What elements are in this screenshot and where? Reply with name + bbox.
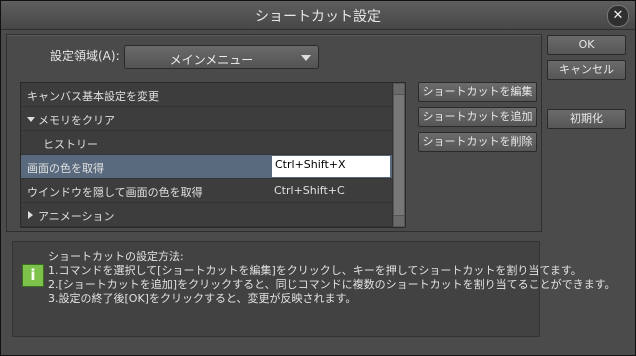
list-item[interactable]: ウインドウを隠して画面の色を取得 Ctrl+Shift+C: [21, 179, 393, 203]
list-item[interactable]: ヒストリー: [21, 131, 393, 155]
chevron-down-icon: [301, 55, 311, 61]
info-icon: i: [22, 264, 44, 287]
shortcut-key-input[interactable]: Ctrl+Shift+X: [272, 156, 390, 177]
shortcut-settings-dialog: ショートカット設定 ✕ 設定領域(A): メインメニュー キャンバス基本設定を変…: [0, 0, 636, 356]
delete-shortcut-button[interactable]: ショートカットを削除: [418, 132, 537, 152]
help-heading: ショートカットの設定方法:: [48, 250, 184, 263]
command-label: メモリをクリア: [38, 114, 115, 127]
expand-arrow-icon[interactable]: [27, 117, 35, 122]
list-item[interactable]: メモリをクリア: [21, 107, 393, 131]
help-line-1: 1.コマンドを選択して[ショートカットを編集]をクリックし、キーを押してショート…: [48, 264, 582, 277]
help-text: ショートカットの設定方法: 1.コマンドを選択して[ショートカットを編集]をクリ…: [48, 250, 616, 306]
title-bar[interactable]: ショートカット設定 ✕: [1, 1, 635, 30]
list-item[interactable]: アニメーション: [21, 203, 393, 227]
scroll-down-arrow-icon[interactable]: [394, 216, 404, 226]
command-label: ウインドウを隠して画面の色を取得: [27, 186, 203, 199]
scroll-up-arrow-icon[interactable]: [394, 84, 404, 94]
command-label: 画面の色を取得: [27, 162, 104, 175]
collapse-arrow-icon[interactable]: [28, 211, 33, 219]
help-panel: i ショートカットの設定方法: 1.コマンドを選択して[ショートカットを編集]を…: [12, 241, 616, 337]
command-label: ヒストリー: [43, 138, 98, 151]
settings-area-label: 設定領域(A):: [50, 49, 120, 63]
settings-area-dropdown[interactable]: メインメニュー: [124, 45, 319, 69]
reset-button[interactable]: 初期化: [547, 109, 626, 129]
cancel-button[interactable]: キャンセル: [547, 60, 626, 80]
close-icon: ✕: [612, 8, 624, 23]
command-label: キャンバス基本設定を変更: [27, 90, 159, 103]
ok-button[interactable]: OK: [547, 35, 626, 55]
scroll-thumb[interactable]: [394, 95, 404, 215]
close-button[interactable]: ✕: [607, 5, 629, 27]
list-item[interactable]: キャンバス基本設定を変更: [21, 83, 393, 107]
add-shortcut-button[interactable]: ショートカットを追加: [418, 107, 537, 127]
dialog-title: ショートカット設定: [255, 9, 381, 25]
help-line-3: 3.設定の終了後[OK]をクリックすると、変更が反映されます。: [48, 292, 357, 305]
help-line-2: 2.[ショートカットを追加]をクリックすると、同じコマンドに複数のショートカット…: [48, 278, 616, 291]
shortcut-panel: 設定領域(A): メインメニュー キャンバス基本設定を変更 メモリをクリア ヒス…: [6, 34, 542, 232]
list-scrollbar[interactable]: [392, 83, 405, 227]
command-label: アニメーション: [38, 210, 115, 223]
settings-area-value: メインメニュー: [169, 53, 254, 67]
edit-shortcut-button[interactable]: ショートカットを編集: [418, 82, 537, 102]
list-item-selected[interactable]: 画面の色を取得 Ctrl+Shift+X: [21, 155, 393, 179]
shortcut-value: Ctrl+Shift+C: [274, 184, 345, 197]
command-list[interactable]: キャンバス基本設定を変更 メモリをクリア ヒストリー 画面の色を取得 Ctrl+…: [20, 82, 406, 228]
